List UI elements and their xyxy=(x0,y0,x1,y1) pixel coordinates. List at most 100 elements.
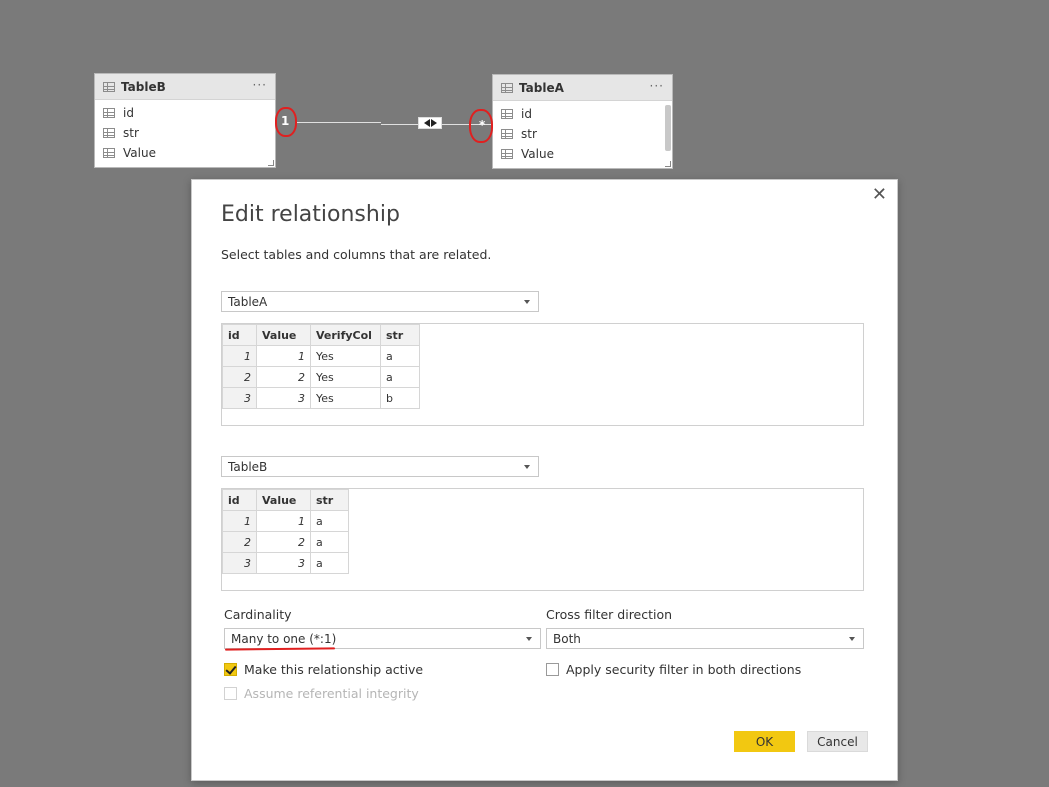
dialog-subtitle: Select tables and columns that are relat… xyxy=(221,247,492,262)
model-view-canvas: TableB ··· id str Value TableA ··· id st… xyxy=(0,0,1049,787)
column-header[interactable]: Value xyxy=(256,324,311,346)
table-row: 3 3 Yes b xyxy=(222,387,420,409)
cell: 2 xyxy=(256,531,311,553)
bidirectional-filter-icon[interactable] xyxy=(418,117,442,129)
cell: Yes xyxy=(310,387,381,409)
column-header[interactable]: id xyxy=(222,489,257,511)
cell: 2 xyxy=(256,366,311,388)
dialog-title: Edit relationship xyxy=(221,202,400,227)
column-icon xyxy=(501,149,513,159)
table1-preview-grid: id Value VerifyCol str 1 1 Yes a 2 2 Yes… xyxy=(222,324,420,409)
chevron-down-icon xyxy=(849,637,855,641)
field-row[interactable]: Value xyxy=(501,144,672,164)
field-label: Value xyxy=(521,147,554,161)
column-icon xyxy=(501,109,513,119)
resize-grip-icon[interactable] xyxy=(268,160,274,166)
table1-preview: id Value VerifyCol str 1 1 Yes a 2 2 Yes… xyxy=(221,323,864,426)
table-card-header[interactable]: TableB ··· xyxy=(95,74,275,100)
cell: 3 xyxy=(256,387,311,409)
column-header[interactable]: Value xyxy=(256,489,311,511)
cancel-button[interactable]: Cancel xyxy=(807,731,868,752)
field-row[interactable]: Value xyxy=(103,143,275,163)
table1-select-value: TableA xyxy=(228,294,268,309)
column-header[interactable]: VerifyCol xyxy=(310,324,381,346)
chevron-down-icon xyxy=(524,465,530,469)
field-label: str xyxy=(123,126,139,140)
cell: a xyxy=(310,552,349,574)
table-icon xyxy=(103,81,115,92)
table-card-title: TableA xyxy=(519,80,564,95)
cell: a xyxy=(380,366,420,388)
make-active-label: Make this relationship active xyxy=(244,662,424,677)
table2-preview-grid: id Value str 1 1 a 2 2 a 3 3 a xyxy=(222,489,349,574)
vertical-scrollbar[interactable] xyxy=(665,105,671,151)
cell: 1 xyxy=(222,345,257,367)
security-filter-label: Apply security filter in both directions xyxy=(566,662,802,677)
column-icon xyxy=(103,148,115,158)
column-header[interactable]: str xyxy=(310,489,349,511)
table1-select[interactable]: TableA xyxy=(221,291,539,312)
security-filter-checkbox[interactable] xyxy=(546,663,559,676)
column-icon xyxy=(501,129,513,139)
cardinality-label: Cardinality xyxy=(224,607,292,622)
table-row: 1 1 Yes a xyxy=(222,345,420,367)
field-row[interactable]: str xyxy=(501,124,672,144)
annotation-circle xyxy=(469,109,493,143)
cross-filter-label: Cross filter direction xyxy=(546,607,673,622)
table-row: 2 2 a xyxy=(222,531,349,553)
make-active-checkbox[interactable] xyxy=(224,663,237,676)
cell: 1 xyxy=(222,510,257,532)
cell: 2 xyxy=(222,531,257,553)
annotation-underline xyxy=(224,647,336,651)
referential-integrity-label: Assume referential integrity xyxy=(244,686,419,701)
annotation-circle xyxy=(275,107,297,137)
cross-filter-select[interactable]: Both xyxy=(546,628,864,649)
column-header[interactable]: id xyxy=(222,324,257,346)
make-active-checkbox-row[interactable]: Make this relationship active xyxy=(224,662,423,677)
table-card-title: TableB xyxy=(121,79,166,94)
table-card-tablea[interactable]: TableA ··· id str Value xyxy=(492,74,673,169)
table2-select-value: TableB xyxy=(228,459,268,474)
cell: a xyxy=(310,510,349,532)
table-card-header[interactable]: TableA ··· xyxy=(493,75,672,101)
referential-integrity-checkbox xyxy=(224,687,237,700)
cell: 1 xyxy=(256,510,311,532)
more-options-icon[interactable]: ··· xyxy=(253,78,267,92)
field-label: str xyxy=(521,127,537,141)
relationship-line[interactable] xyxy=(295,122,381,123)
field-label: id xyxy=(123,106,134,120)
table-row: 1 1 a xyxy=(222,510,349,532)
more-options-icon[interactable]: ··· xyxy=(650,79,664,93)
cell: Yes xyxy=(310,366,381,388)
cell: Yes xyxy=(310,345,381,367)
cell: 2 xyxy=(222,366,257,388)
cell: 3 xyxy=(256,552,311,574)
ok-button[interactable]: OK xyxy=(734,731,795,752)
table-icon xyxy=(501,82,513,93)
cell: 3 xyxy=(222,552,257,574)
cardinality-value: Many to one (*:1) xyxy=(231,631,337,646)
column-header[interactable]: str xyxy=(380,324,420,346)
table-row: 2 2 Yes a xyxy=(222,366,420,388)
cell: a xyxy=(310,531,349,553)
chevron-down-icon xyxy=(524,300,530,304)
chevron-down-icon xyxy=(526,637,532,641)
security-filter-checkbox-row[interactable]: Apply security filter in both directions xyxy=(546,662,801,677)
resize-grip-icon[interactable] xyxy=(665,161,671,167)
cell: 3 xyxy=(222,387,257,409)
cross-filter-value: Both xyxy=(553,631,581,646)
table2-preview: id Value str 1 1 a 2 2 a 3 3 a xyxy=(221,488,864,591)
field-row[interactable]: str xyxy=(103,123,275,143)
cell: b xyxy=(380,387,420,409)
referential-integrity-checkbox-row: Assume referential integrity xyxy=(224,686,419,701)
cardinality-select[interactable]: Many to one (*:1) xyxy=(224,628,541,649)
table2-select[interactable]: TableB xyxy=(221,456,539,477)
table-row: 3 3 a xyxy=(222,552,349,574)
field-label: id xyxy=(521,107,532,121)
field-row[interactable]: id xyxy=(103,103,275,123)
close-icon[interactable]: ✕ xyxy=(872,186,887,204)
table-card-tableb[interactable]: TableB ··· id str Value xyxy=(94,73,276,168)
field-row[interactable]: id xyxy=(501,104,672,124)
cell: 1 xyxy=(256,345,311,367)
edit-relationship-dialog: ✕ Edit relationship Select tables and co… xyxy=(191,179,898,781)
